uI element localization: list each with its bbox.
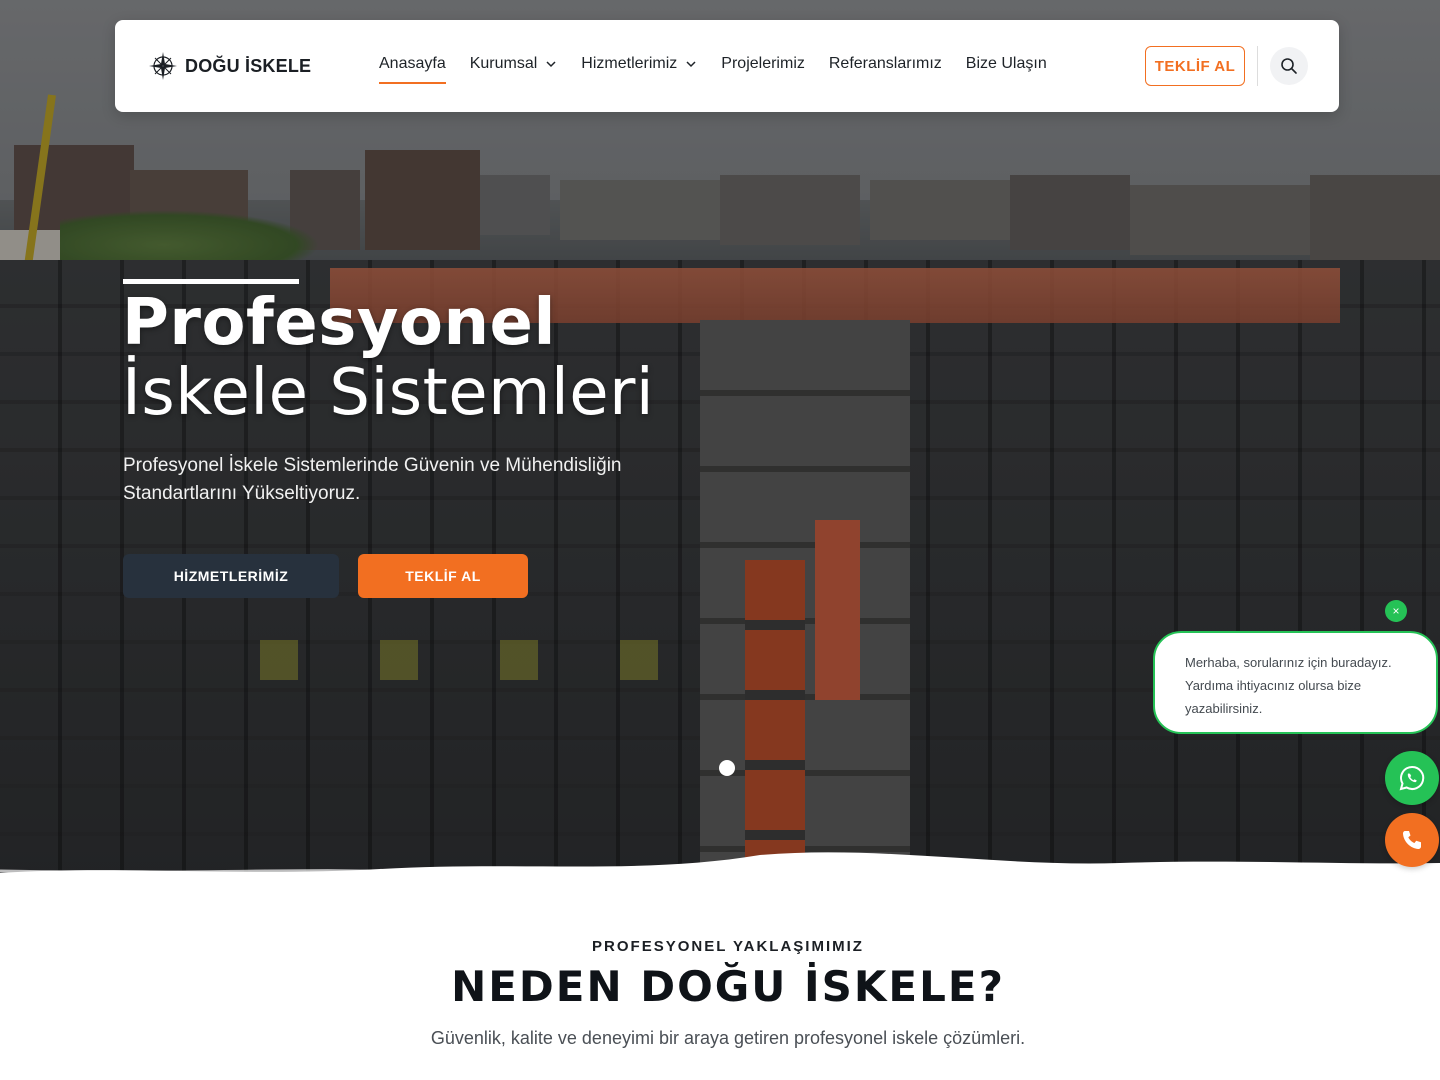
services-button[interactable]: HİZMETLERİMİZ	[123, 554, 339, 598]
header-divider	[1257, 46, 1258, 86]
chat-bubble: Merhaba, sorularınız için buradayız. Yar…	[1153, 631, 1438, 734]
slider-dot[interactable]	[719, 760, 735, 776]
chat-line: yazabilirsiniz.	[1185, 701, 1263, 716]
hero-accent-line	[123, 279, 299, 284]
quote-button[interactable]: TEKLİF AL	[358, 554, 528, 598]
hero-title-line2: İskele Sistemleri	[122, 356, 655, 430]
nav-item-projelerimiz[interactable]: Projelerimiz	[721, 55, 805, 73]
chat-line: Yardıma ihtiyacınız olursa bize	[1185, 678, 1362, 693]
hero-banner	[0, 0, 1440, 880]
nav-label: Bize Ulaşın	[965, 55, 1047, 72]
chat-close-button[interactable]: ×	[1385, 600, 1407, 622]
phone-icon	[1403, 831, 1421, 849]
section-title: NEDEN DOĞU İSKELE?	[451, 962, 1005, 1011]
nav-label: Projelerimiz	[721, 55, 805, 72]
brand-logo[interactable]: DOĞU İSKELE	[147, 50, 311, 82]
site-header: DOĞU İSKELE Anasayfa Kurumsal Hizmetleri…	[115, 20, 1339, 112]
nav-item-hizmetlerimiz[interactable]: Hizmetlerimiz	[581, 55, 697, 73]
wave-divider	[0, 852, 1440, 905]
whatsapp-icon	[1399, 765, 1425, 791]
compass-icon	[149, 52, 177, 80]
nav-item-bize-ulasin[interactable]: Bize Ulaşın	[966, 55, 1047, 73]
whatsapp-button[interactable]	[1385, 751, 1439, 805]
section-eyebrow: PROFESYONEL YAKLAŞIMIMIZ	[592, 938, 864, 955]
hero-subtitle: Profesyonel İskele Sistemlerinde Güvenin…	[123, 455, 622, 504]
nav-item-kurumsal[interactable]: Kurumsal	[470, 55, 558, 73]
nav-label: Kurumsal	[469, 55, 538, 72]
search-button[interactable]	[1270, 47, 1308, 85]
nav-item-anasayfa[interactable]: Anasayfa	[379, 55, 446, 84]
section-subtitle: Güvenlik, kalite ve deneyimi bir araya g…	[430, 1028, 1026, 1048]
brand-name: DOĞU İSKELE	[185, 55, 312, 76]
hero-overlay	[0, 0, 1440, 880]
nav-label: Referanslarımız	[828, 55, 942, 72]
chevron-down-icon	[546, 61, 556, 68]
search-icon	[1281, 58, 1297, 74]
hero-title: Profesyonel İskele Sistemleri	[122, 288, 654, 428]
hero-title-line1: Profesyonel	[122, 286, 556, 360]
header-quote-button[interactable]: TEKLİF AL	[1145, 46, 1245, 86]
main-nav: Anasayfa Kurumsal Hizmetlerimiz Projeler…	[379, 55, 1047, 84]
chat-line: Merhaba, sorularınız için buradayız.	[1185, 655, 1392, 670]
chevron-down-icon	[686, 61, 696, 68]
nav-label: Anasayfa	[379, 55, 446, 72]
nav-item-referanslarimiz[interactable]: Referanslarımız	[829, 55, 942, 73]
phone-button[interactable]	[1385, 813, 1439, 867]
nav-label: Hizmetlerimiz	[581, 55, 678, 72]
